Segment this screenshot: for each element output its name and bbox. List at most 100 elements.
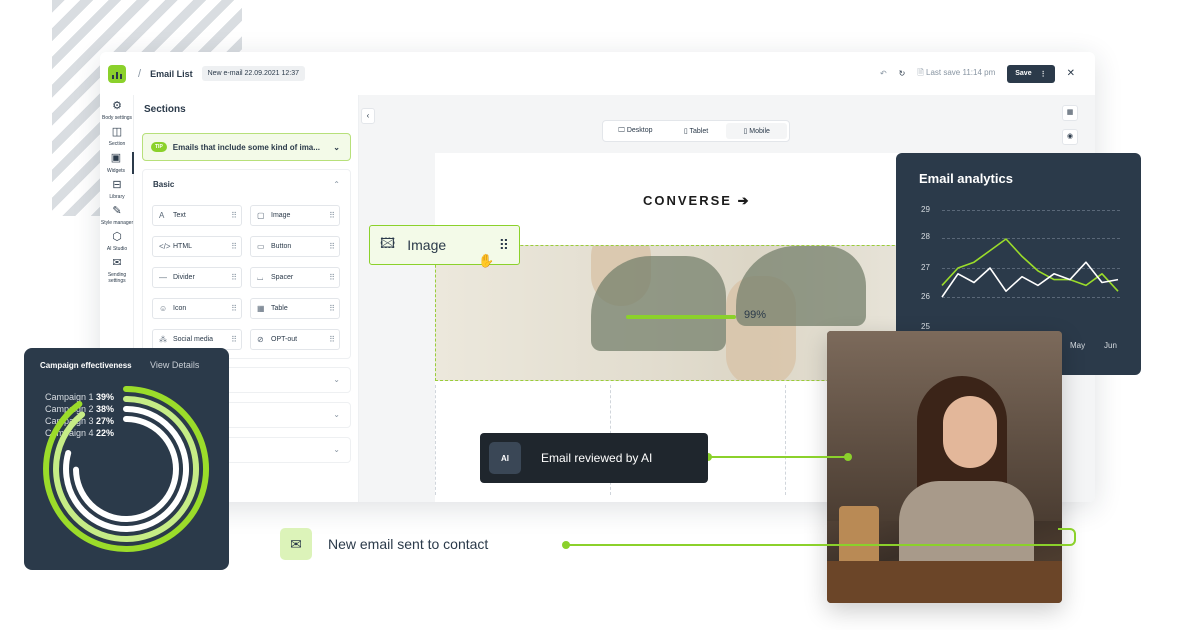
image-icon: ▢: [257, 211, 265, 220]
ai-review-badge: AI Email reviewed by AI: [480, 433, 708, 483]
last-save-status: 🗎 Last save 11:14 pm: [917, 67, 996, 77]
widget-label: Button: [271, 243, 292, 250]
columns-icon: ◫: [111, 126, 123, 139]
connector-line: [708, 456, 848, 458]
drag-handle-icon[interactable]: ⠿: [329, 273, 335, 282]
image-detail: [591, 256, 726, 351]
widget-button[interactable]: ▭ Button ⠿: [250, 236, 340, 257]
drag-handle-icon[interactable]: ⠿: [329, 242, 335, 251]
tip-text: Emails that include some kind of ima...: [172, 142, 320, 152]
tip-badge: TIP: [151, 142, 167, 152]
device-desktop-tab[interactable]: 🖵 Desktop: [605, 123, 666, 139]
widget-label: Social media: [173, 336, 214, 343]
widget-table[interactable]: ▦ Table ⠿: [250, 298, 340, 319]
widget-spacer[interactable]: ⌴ Spacer ⠿: [250, 267, 340, 288]
drag-handle-icon[interactable]: ⠿: [231, 335, 237, 344]
drag-handle-icon[interactable]: ⠿: [499, 237, 509, 254]
upload-progress-bar: [626, 315, 736, 319]
chevron-up-icon[interactable]: ⌃: [333, 180, 340, 189]
image-icon: 🖾: [380, 235, 396, 251]
drag-handle-icon[interactable]: ⠿: [329, 335, 335, 344]
widget-html[interactable]: </> HTML ⠿: [152, 236, 242, 257]
widget-icon[interactable]: ☺ Icon ⠿: [152, 298, 242, 319]
chevron-down-icon: ⌄: [333, 410, 340, 419]
widget-text[interactable]: A Text ⠿: [152, 205, 242, 226]
device-mobile-tab[interactable]: ▯ Mobile: [726, 123, 788, 139]
sidebar-item-widgets[interactable]: ▣ Widgets: [100, 152, 134, 174]
email-sent-notification: ✉ New email sent to contact: [280, 528, 488, 560]
tip-banner[interactable]: TIP Emails that include some kind of ima…: [142, 133, 351, 161]
more-options-icon[interactable]: ⋮: [1040, 70, 1047, 78]
sidebar-item-section[interactable]: ◫ Section: [100, 126, 134, 147]
widget-divider[interactable]: — Divider ⠿: [152, 267, 242, 288]
last-save-text: Last save 11:14 pm: [926, 67, 996, 77]
sidebar-item-label: Section: [108, 141, 126, 148]
connector-dot: [562, 541, 570, 549]
undo-icon[interactable]: ↶: [880, 69, 887, 78]
drag-handle-icon[interactable]: ⠿: [329, 304, 335, 313]
widget-label: OPT-out: [271, 336, 298, 343]
widget-social-media[interactable]: ⁂ Social media ⠿: [152, 329, 242, 350]
sidebar-item-sending-settings[interactable]: ✉ Sending settings: [100, 257, 134, 284]
chevron-down-icon[interactable]: ⌄: [333, 143, 340, 152]
device-label: Desktop: [626, 127, 653, 134]
brand-logo: CONVERSE ➔: [643, 193, 751, 209]
share-icon: ⁂: [159, 335, 167, 344]
grid-icon[interactable]: ▦: [1062, 105, 1078, 121]
dragged-image-widget[interactable]: 🖾 Image ⠿ ✋: [369, 225, 520, 268]
redo-icon[interactable]: ↻: [899, 69, 906, 78]
mail-icon: ✉: [112, 257, 122, 270]
basic-group-title: Basic: [153, 180, 175, 189]
connector-hook: [1058, 528, 1076, 546]
connector-line: [566, 544, 1061, 546]
ai-icon-label: AI: [501, 453, 509, 463]
customer-photo: [827, 331, 1062, 603]
column-divider: [785, 385, 786, 495]
widget-label: Icon: [173, 305, 187, 312]
text-icon: A: [159, 211, 165, 220]
envelope-icon: ✉: [280, 528, 312, 560]
drag-handle-icon[interactable]: ⠿: [329, 211, 335, 220]
drag-handle-icon[interactable]: ⠿: [231, 273, 237, 282]
widget-opt-out[interactable]: ⊘ OPT-out ⠿: [250, 329, 340, 350]
save-label: Save: [1015, 69, 1032, 77]
sidebar-item-ai-studio[interactable]: ⬡ AI Studio: [100, 231, 134, 252]
device-tablet-tab[interactable]: ▯ Tablet: [666, 123, 727, 139]
close-icon[interactable]: ✕: [1067, 68, 1075, 79]
button-icon: ▭: [257, 242, 265, 251]
code-icon: </>: [159, 242, 171, 251]
dragged-widget-label: Image: [407, 237, 447, 253]
sidebar-item-body-settings[interactable]: ⚙ Body settings: [100, 100, 134, 121]
sidebar-item-style-manager[interactable]: ✎ Style manager: [100, 205, 134, 226]
device-label: Mobile: [749, 128, 770, 135]
campaign-arc: [73, 416, 179, 522]
drag-handle-icon[interactable]: ⠿: [231, 242, 237, 251]
save-button[interactable]: Save ⋮: [1007, 64, 1055, 83]
drag-handle-icon[interactable]: ⠿: [231, 304, 237, 313]
campaign-arc: [43, 386, 210, 552]
collapse-panel-button[interactable]: ‹: [361, 108, 375, 124]
ai-icon: AI: [489, 442, 521, 474]
ai-icon: ⬡: [112, 230, 122, 243]
campaign-arc: [63, 406, 190, 532]
sidebar-item-library[interactable]: ⊟ Library: [100, 179, 134, 200]
widget-label: Table: [271, 305, 288, 312]
analytics-series-line: [941, 261, 1119, 298]
brush-icon: ✎: [112, 204, 122, 217]
app-logo-icon[interactable]: [108, 64, 126, 83]
widget-image[interactable]: ▢ Image ⠿: [250, 205, 340, 226]
breadcrumb-email-list[interactable]: Email List: [150, 69, 193, 79]
brand-text: CONVERSE: [643, 193, 732, 208]
spacer-icon: ⌴: [257, 272, 264, 282]
smiley-icon: ☺: [159, 304, 168, 313]
ai-review-label: Email reviewed by AI: [541, 451, 653, 465]
table-icon: ▦: [257, 304, 265, 313]
widget-label: Divider: [173, 274, 195, 281]
device-label: Tablet: [689, 128, 709, 135]
widget-label: Image: [271, 212, 291, 219]
preview-eye-icon[interactable]: ◉: [1062, 129, 1078, 145]
campaign-radial-chart: [43, 386, 210, 552]
drag-handle-icon[interactable]: ⠿: [231, 211, 237, 220]
device-switcher: 🖵 Desktop ▯ Tablet ▯ Mobile: [602, 120, 790, 142]
unlink-icon: ⊘: [257, 335, 264, 344]
